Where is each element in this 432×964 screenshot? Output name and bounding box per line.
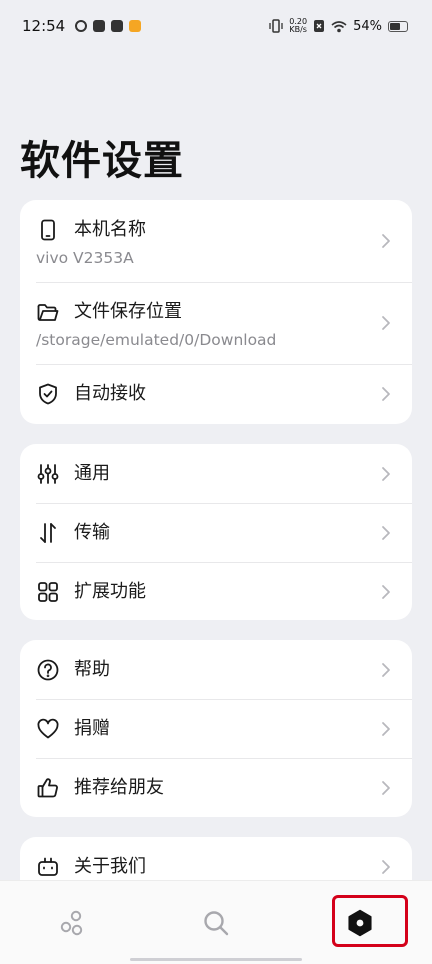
- chevron-right-icon: [380, 721, 392, 737]
- device-name-row[interactable]: 本机名称 vivo V2353A: [20, 200, 412, 282]
- sliders-icon: [36, 462, 60, 486]
- donate-row[interactable]: 捐赠: [20, 699, 412, 758]
- status-right: 0.20 KB/s 54%: [269, 18, 408, 34]
- grid-icon: [36, 580, 60, 604]
- transfer-row[interactable]: 传输: [20, 503, 412, 562]
- heart-icon: [36, 717, 60, 741]
- donate-label: 捐赠: [74, 717, 110, 739]
- app-notification-icon: [75, 20, 88, 32]
- thumbs-up-icon: [36, 776, 60, 800]
- battery-icon: [388, 20, 408, 32]
- sim-icon: [314, 20, 325, 32]
- video-notification-icon: [129, 20, 142, 32]
- bottom-navigation: [0, 880, 432, 964]
- transfer-arrows-icon: [36, 521, 60, 545]
- network-speed-unit: KB/s: [289, 25, 307, 34]
- status-bar: 12:54 0.20 KB/s 54%: [0, 0, 432, 52]
- phone-icon: [36, 218, 60, 242]
- receive-icon: [60, 910, 83, 935]
- shield-check-icon: [36, 382, 60, 406]
- chevron-right-icon: [380, 780, 392, 796]
- chevron-right-icon: [380, 662, 392, 678]
- settings-hexagon-icon: [348, 909, 372, 936]
- chevron-right-icon: [380, 315, 392, 331]
- recommend-row[interactable]: 推荐给朋友: [20, 758, 412, 817]
- vibrate-icon: [269, 19, 283, 33]
- extensions-label: 扩展功能: [74, 580, 146, 602]
- device-settings-card: 本机名称 vivo V2353A 文件保存位置 /storage/emulate…: [20, 200, 412, 424]
- chevron-right-icon: [380, 584, 392, 600]
- general-label: 通用: [74, 462, 110, 484]
- save-location-value: /storage/emulated/0/Download: [36, 331, 277, 349]
- chevron-right-icon: [380, 386, 392, 402]
- folder-icon: [36, 300, 60, 324]
- help-icon: [36, 658, 60, 682]
- robot-icon: [36, 855, 60, 879]
- recommend-label: 推荐给朋友: [74, 776, 164, 798]
- nav-search[interactable]: [144, 881, 288, 964]
- search-icon: [204, 910, 229, 935]
- general-row[interactable]: 通用: [20, 444, 412, 503]
- battery-percent: 54%: [353, 18, 382, 34]
- home-indicator: [130, 958, 302, 961]
- nav-settings[interactable]: [288, 881, 432, 964]
- general-settings-card: 通用 传输 扩展功能: [20, 444, 412, 620]
- mail-notification-icon: [93, 20, 106, 32]
- extensions-row[interactable]: 扩展功能: [20, 562, 412, 620]
- about-us-label: 关于我们: [74, 855, 146, 877]
- status-time: 12:54: [22, 17, 66, 35]
- device-name-value: vivo V2353A: [36, 249, 134, 267]
- chevron-right-icon: [380, 233, 392, 249]
- support-card: 帮助 捐赠 推荐给朋友: [20, 640, 412, 817]
- help-label: 帮助: [74, 658, 110, 680]
- page-title: 软件设置: [20, 138, 184, 184]
- chevron-right-icon: [380, 525, 392, 541]
- save-location-label: 文件保存位置: [74, 301, 182, 322]
- transfer-label: 传输: [74, 521, 110, 543]
- auto-receive-row[interactable]: 自动接收: [20, 364, 412, 423]
- status-left: 12:54: [22, 17, 142, 35]
- help-row[interactable]: 帮助: [20, 640, 412, 699]
- play-notification-icon: [111, 20, 124, 32]
- wifi-icon: [331, 20, 347, 32]
- chevron-right-icon: [380, 859, 392, 875]
- nav-receive[interactable]: [0, 881, 144, 964]
- device-name-label: 本机名称: [74, 219, 146, 240]
- network-speed: 0.20 KB/s: [289, 18, 307, 34]
- save-location-row[interactable]: 文件保存位置 /storage/emulated/0/Download: [20, 282, 412, 364]
- auto-receive-label: 自动接收: [74, 382, 146, 404]
- chevron-right-icon: [380, 466, 392, 482]
